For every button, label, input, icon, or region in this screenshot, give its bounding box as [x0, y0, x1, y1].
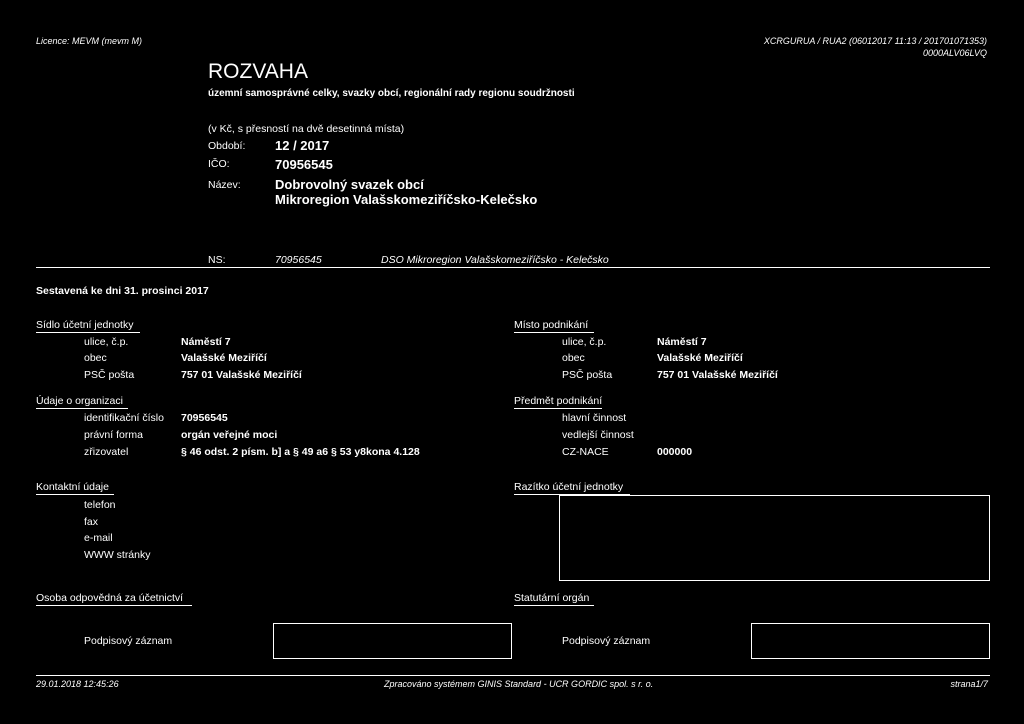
- business-street-value: Náměstí 7: [657, 336, 707, 348]
- seat-city-label: obec: [84, 352, 107, 364]
- contacts-phone-label: telefon: [84, 499, 116, 511]
- org-form-value: orgán veřejné moci: [181, 429, 278, 441]
- name-label: Název:: [208, 179, 241, 191]
- footer-page: strana1/7: [950, 679, 988, 689]
- contacts-heading: Kontaktní údaje: [36, 481, 109, 493]
- footer-datetime: 29.01.2018 12:45:26: [36, 679, 119, 689]
- footer-divider: [36, 675, 990, 676]
- seat-heading: Sídlo účetní jednotky: [36, 319, 134, 331]
- org-id-label: identifikační číslo: [84, 412, 164, 424]
- seat-underline: [36, 332, 140, 333]
- responsible-signature-box: [273, 623, 512, 659]
- page-subtitle: územní samosprávné celky, svazky obcí, r…: [208, 88, 575, 99]
- business-place-heading: Místo podnikání: [514, 319, 589, 331]
- business-zip-value: 757 01 Valašské Meziříčí: [657, 369, 778, 381]
- subject-heading: Předmět podnikání: [514, 395, 603, 407]
- statutory-heading: Statutární orgán: [514, 592, 590, 604]
- org-founder-value: § 46 odst. 2 písm. b] a § 49 a6 § 53 y8k…: [181, 446, 420, 458]
- compiled-date: Sestavená ke dni 31. prosinci 2017: [36, 285, 209, 297]
- statutory-signature-label: Podpisový záznam: [562, 635, 651, 647]
- business-zip-label: PSČ pošta: [562, 369, 613, 381]
- contacts-web-label: WWW stránky: [84, 549, 151, 561]
- contacts-fax-label: fax: [84, 516, 99, 528]
- business-street-label: ulice, č.p.: [562, 336, 607, 348]
- org-id-value: 70956545: [181, 412, 228, 424]
- licence-text: Licence: MEVM (mevm M): [36, 36, 143, 46]
- footer-system: Zpracováno systémem GINIS Standard - UCR…: [384, 679, 654, 689]
- seat-zip-value: 757 01 Valašské Meziříčí: [181, 369, 302, 381]
- statutory-signature-box: [751, 623, 990, 659]
- seat-street-value: Náměstí 7: [181, 336, 231, 348]
- contacts-underline: [36, 494, 114, 495]
- report-id: 0000ALV06LVQ: [922, 48, 987, 58]
- ico-label: IČO:: [208, 158, 230, 170]
- stamp-box: [559, 495, 990, 581]
- org-underline: [36, 408, 128, 409]
- ico-value: 70956545: [275, 157, 333, 172]
- subject-main-label: hlavní činnost: [562, 412, 627, 424]
- name-line1: Dobrovolný svazek obcí: [275, 177, 424, 192]
- responsible-underline: [36, 605, 192, 606]
- seat-city-value: Valašské Meziříčí: [181, 352, 267, 364]
- subject-side-label: vedlejší činnost: [562, 429, 634, 441]
- statutory-underline: [514, 605, 594, 606]
- ns-label: NS:: [208, 254, 226, 266]
- subject-nace-label: CZ-NACE: [562, 446, 609, 458]
- subject-underline: [514, 408, 602, 409]
- business-city-value: Valašské Meziříčí: [657, 352, 743, 364]
- business-city-label: obec: [562, 352, 585, 364]
- contacts-email-label: e-mail: [84, 532, 113, 544]
- unit-note: (v Kč, s přesností na dvě desetinná míst…: [208, 123, 405, 135]
- ns-name: DSO Mikroregion Valašskomeziříčsko - Kel…: [381, 254, 609, 266]
- stamp-heading: Razítko účetní jednotky: [514, 481, 624, 493]
- org-form-label: právní forma: [84, 429, 143, 441]
- ns-number: 70956545: [275, 254, 322, 266]
- seat-street-label: ulice, č.p.: [84, 336, 129, 348]
- business-place-underline: [514, 332, 594, 333]
- subject-nace-value: 000000: [657, 446, 693, 458]
- name-line2: Mikroregion Valašskomeziříčsko-Kelečsko: [275, 192, 538, 207]
- responsible-signature-label: Podpisový záznam: [84, 635, 173, 647]
- org-heading: Údaje o organizaci: [36, 395, 123, 407]
- org-founder-label: zřizovatel: [84, 446, 129, 458]
- seat-zip-label: PSČ pošta: [84, 369, 135, 381]
- responsible-heading: Osoba odpovědná za účetnictví: [36, 592, 184, 604]
- period-value: 12 / 2017: [275, 138, 330, 153]
- period-label: Období:: [208, 140, 246, 152]
- ns-divider: [36, 267, 990, 268]
- page-title: ROZVAHA: [208, 60, 308, 83]
- report-code: XCRGURUA / RUA2 (06012017 11:13 / 201701…: [763, 36, 987, 46]
